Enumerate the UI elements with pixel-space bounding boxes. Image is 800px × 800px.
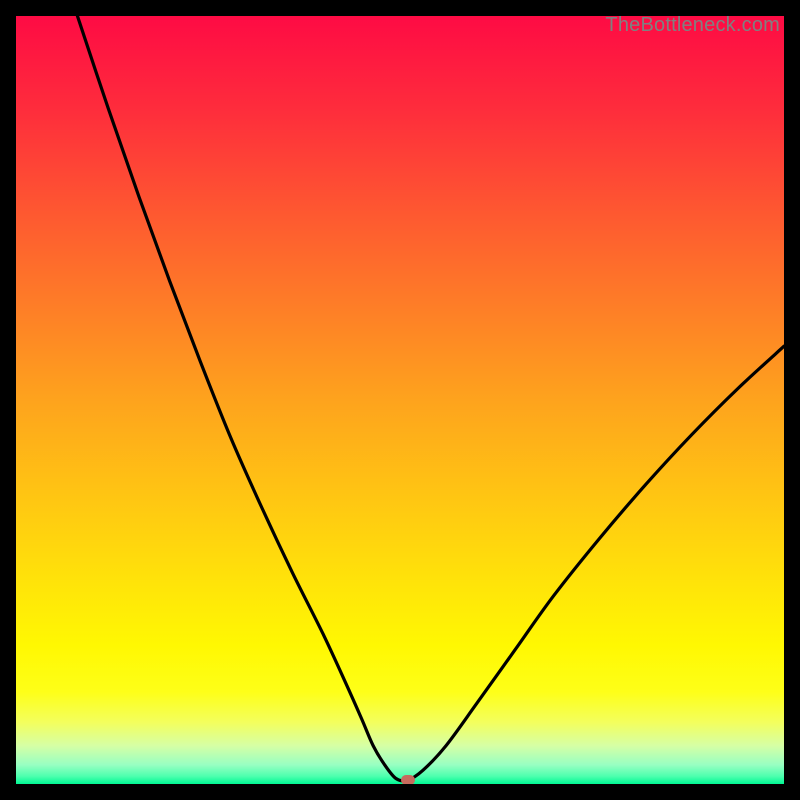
plot-area xyxy=(16,16,784,784)
curve-plot xyxy=(16,16,784,784)
watermark-text: TheBottleneck.com xyxy=(605,14,780,37)
optimum-marker xyxy=(401,775,415,784)
chart-frame: TheBottleneck.com xyxy=(16,16,784,784)
